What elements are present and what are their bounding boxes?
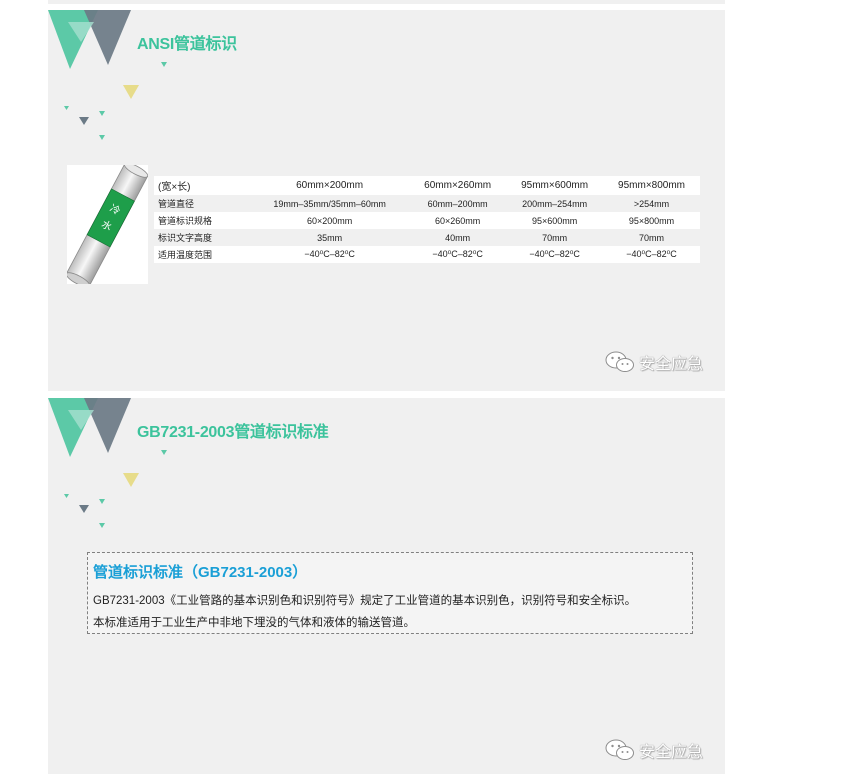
table-cell: 适用温度范围 [154,246,250,263]
table-cell: 60mm×200mm [250,176,410,195]
table-cell: −40⁰C–82⁰C [506,246,604,263]
brand-name: 安全应急 [638,356,703,373]
table-cell: −40⁰C–82⁰C [603,246,700,263]
table-row: 管道标识规格 60×200mm 60×260mm 95×600mm 95×800… [154,212,700,229]
brand-name: 安全应急 [638,744,703,761]
note-title: 管道标识标准（GB7231-2003） [93,564,308,581]
table-cell: 35mm [250,229,410,246]
table-cell: 60×260mm [409,212,507,229]
brand-watermark: 安全应急 [605,738,703,762]
table-row: 适用温度范围 −40⁰C–82⁰C −40⁰C–82⁰C −40⁰C–82⁰C … [154,246,700,263]
table-cell: 60×200mm [250,212,410,229]
slide-gb7231: GB7231-2003管道标识标准 管道标识标准（GB7231-2003） GB… [48,398,725,774]
table-header-row: (宽×长) 60mm×200mm 60mm×260mm 95mm×600mm 9… [154,176,700,195]
table-cell: 40mm [409,229,507,246]
table-cell: 60mm×260mm [409,176,507,195]
note-text: GB7231-2003《工业管路的基本识别色和识别符号》规定了工业管道的基本识别… [93,595,637,607]
table-cell: 70mm [603,229,700,246]
wechat-icon [605,739,634,760]
table-cell: 19mm–35mm/35mm–60mm [250,195,410,212]
table-cell: 60mm–200mm [409,195,507,212]
standard-note-box: 管道标识标准（GB7231-2003） GB7231-2003《工业管路的基本识… [87,552,693,634]
pipe-illustration: 冷 水 [65,162,149,288]
spec-table: (宽×长) 60mm×200mm 60mm×260mm 95mm×600mm 9… [154,176,700,263]
table-cell: (宽×长) [154,176,250,195]
table-cell: >254mm [603,195,700,212]
table-cell: 95mm×800mm [603,176,700,195]
table-row: 标识文字高度 35mm 40mm 70mm 70mm [154,229,700,246]
table-cell: −40⁰C–82⁰C [409,246,507,263]
table-cell: 95×600mm [506,212,604,229]
table-cell: −40⁰C–82⁰C [250,246,410,263]
note-text: 本标准适用于工业生产中非地下埋没的气体和液体的输送管道。 [93,617,415,629]
table-cell: 70mm [506,229,604,246]
table-cell: 标识文字高度 [154,229,250,246]
brand-watermark: 安全应急 [605,350,703,374]
top-strip [48,0,725,4]
table-cell: 95mm×600mm [506,176,604,195]
slide-ansi: ANSI管道标识 冷 水 (宽×长) 60mm×200mm 60mm×260mm… [48,10,725,391]
table-cell: 200mm–254mm [506,195,604,212]
table-cell: 95×800mm [603,212,700,229]
table-row: 管道直径 19mm–35mm/35mm–60mm 60mm–200mm 200m… [154,195,700,212]
table-cell: 管道标识规格 [154,212,250,229]
slide-title: ANSI管道标识 [137,36,237,53]
table-cell: 管道直径 [154,195,250,212]
wechat-icon [605,351,634,372]
slide-title: GB7231-2003管道标识标准 [137,424,329,441]
